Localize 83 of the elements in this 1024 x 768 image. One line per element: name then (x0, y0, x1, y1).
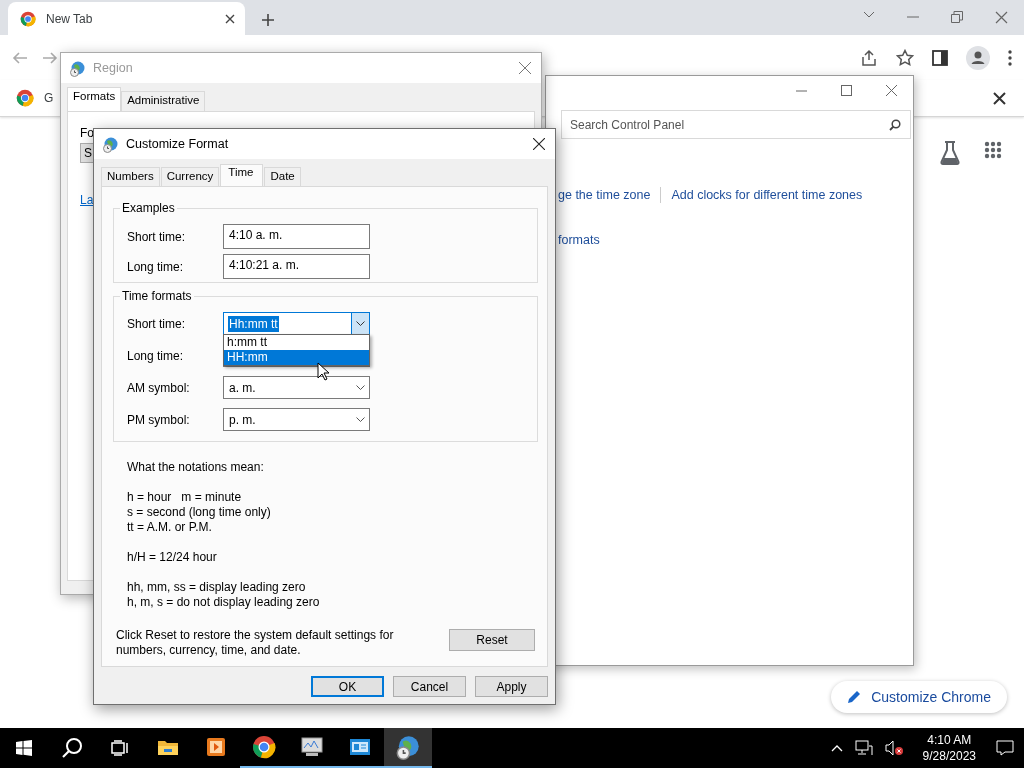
tab[interactable]: Currency (160, 167, 220, 186)
field-label: Long time: (127, 348, 185, 363)
window-title: Region (93, 61, 134, 75)
group-title: Time formats (121, 289, 193, 303)
settings-link[interactable]: formats (558, 233, 600, 247)
notation-text: What the notations mean: (127, 460, 265, 475)
apply-button[interactable]: Apply (475, 676, 548, 697)
star-icon[interactable] (896, 48, 914, 67)
close-icon[interactable] (533, 138, 545, 150)
format-combo-box[interactable]: S (80, 143, 93, 163)
window-title: Customize Format (126, 137, 230, 151)
profile-icon[interactable] (966, 45, 990, 70)
dropdown-option[interactable]: h:mm tt (224, 335, 369, 350)
chevron-down-icon[interactable] (356, 416, 365, 423)
flask-icon[interactable] (940, 141, 960, 165)
notation-text: h/H = 12/24 hour (127, 550, 218, 565)
notation-text: h, m, s = do not display leading zero (127, 595, 321, 610)
maximize-icon[interactable] (841, 84, 852, 96)
notation-text: h = hour m = minute (127, 490, 243, 505)
menu-icon[interactable] (1008, 49, 1012, 66)
restore-icon[interactable] (951, 11, 963, 23)
field-label: Short time: (127, 316, 187, 331)
field-label: Long time: (127, 259, 185, 274)
apps-grid-icon[interactable] (984, 141, 1002, 159)
ok-button[interactable]: OK (311, 676, 384, 697)
tab[interactable]: Formats (67, 87, 122, 111)
tab[interactable]: Administrative (121, 91, 206, 111)
group-title: Examples (121, 201, 176, 215)
id-card-icon[interactable] (349, 737, 371, 757)
field-label: Short time: (127, 229, 187, 244)
media-player-icon[interactable] (206, 737, 226, 757)
pencil-icon (847, 690, 862, 704)
symbol-combo-box[interactable]: p. m. (223, 408, 370, 431)
windows-logo-icon[interactable] (16, 740, 32, 756)
field-label: AM symbol: (127, 380, 191, 395)
chevron-down-icon[interactable] (863, 11, 875, 19)
settings-link[interactable]: ge the time zone (558, 188, 651, 202)
tab[interactable]: Date (264, 167, 301, 186)
symbol-combo-box[interactable]: a. m. (223, 376, 370, 399)
example-field: 4:10:21 a. m. (223, 254, 370, 279)
close-icon[interactable] (225, 13, 235, 24)
search-field[interactable]: Search Control Panel (561, 110, 911, 139)
globe-clock-icon[interactable] (395, 734, 421, 760)
notation-text: tt = A.M. or P.M. (127, 520, 213, 535)
taskbar-app[interactable] (384, 728, 432, 768)
clock[interactable]: 4:10 AM 9/28/2023 (922, 732, 976, 764)
field-label: Fo (80, 126, 94, 140)
customize-chrome-button[interactable]: Customize Chrome (831, 681, 1007, 713)
chevron-up-icon[interactable] (830, 744, 843, 752)
cancel-button[interactable]: Cancel (393, 676, 466, 697)
field-label: PM symbol: (127, 412, 191, 427)
tab[interactable]: Numbers (101, 167, 160, 186)
side-panel-icon[interactable] (932, 49, 948, 66)
dropdown-option[interactable]: HH:mm (224, 350, 369, 365)
date-text: 9/28/2023 (922, 748, 976, 764)
folder-icon[interactable] (157, 738, 179, 756)
share-icon[interactable] (860, 48, 878, 67)
bookmark-link[interactable]: G (44, 91, 54, 105)
task-view-icon[interactable] (111, 740, 129, 756)
chrome-icon[interactable] (252, 735, 276, 759)
bookmark-favicon-icon[interactable] (16, 89, 34, 107)
search-icon[interactable] (61, 737, 83, 759)
reset-hint-text: Click Reset to restore the system default settings for numbers, currency, time, and date. (116, 628, 395, 658)
globe-icon (69, 59, 86, 77)
chevron-down-icon[interactable] (356, 384, 365, 391)
volume-muted-icon[interactable] (884, 740, 903, 756)
example-field: 4:10 a. m. (223, 224, 370, 249)
chevron-down-icon[interactable] (356, 320, 365, 327)
globe-icon (102, 135, 119, 153)
tab[interactable]: Time (220, 164, 264, 186)
network-icon[interactable] (854, 740, 873, 756)
monitor-icon[interactable] (300, 736, 324, 758)
notification-icon[interactable] (996, 740, 1014, 756)
tab-favicon-icon (20, 10, 36, 27)
reset-button[interactable]: Reset (449, 629, 535, 651)
settings-link[interactable]: Add clocks for different time zones (671, 188, 863, 202)
notation-text: hh, mm, ss = display leading zero (127, 580, 307, 595)
time-text: 4:10 AM (927, 732, 972, 748)
browser-tab[interactable]: New Tab (8, 2, 245, 35)
notation-text: s = second (long time only) (127, 505, 272, 520)
new-tab-icon[interactable] (261, 13, 275, 27)
settings-link[interactable]: La (80, 193, 94, 207)
close-icon[interactable] (993, 91, 1006, 105)
